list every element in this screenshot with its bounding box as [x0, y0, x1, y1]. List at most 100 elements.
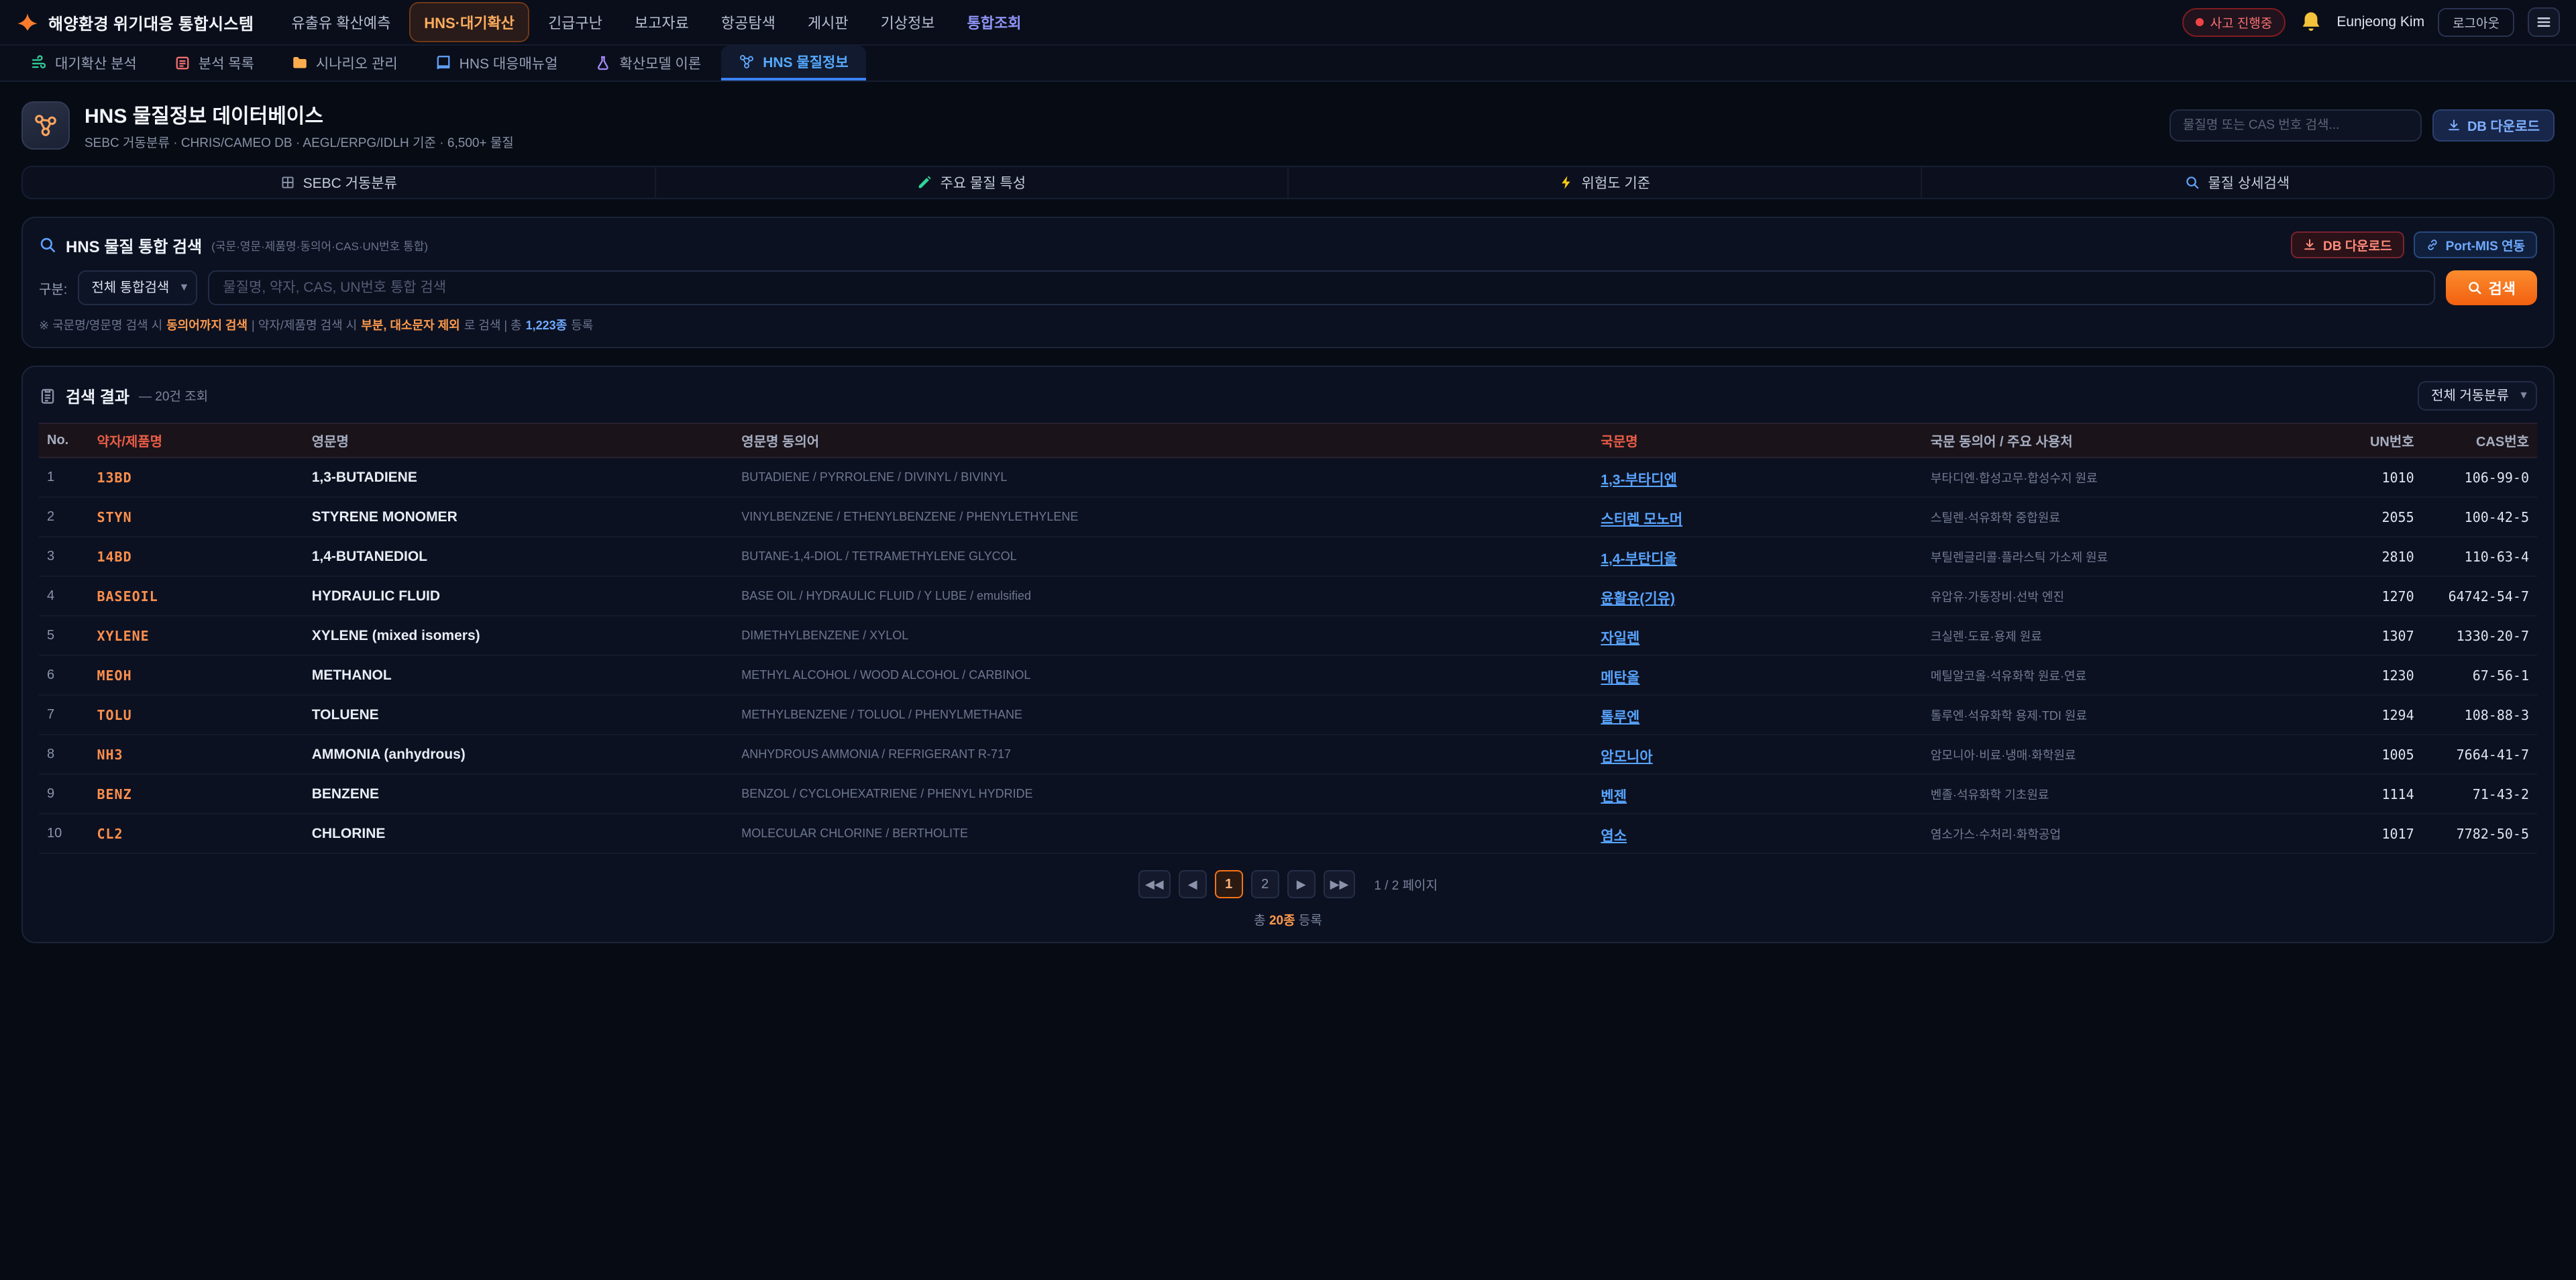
- cell-abbr: 13BD: [89, 458, 303, 497]
- nav-item-reports[interactable]: 보고자료: [621, 3, 702, 41]
- page-title: HNS 물질정보 데이터베이스: [85, 99, 2155, 129]
- table-row[interactable]: 3 14BD 1,4-BUTANEDIOL BUTANE-1,4-DIOL / …: [39, 537, 2537, 576]
- cell-english-synonyms: BASE OIL / HYDRAULIC FLUID / Y LUBE / em…: [733, 576, 1593, 616]
- cell-english-name: AMMONIA (anhydrous): [304, 735, 734, 774]
- nav-item-oil-spill[interactable]: 유출유 확산예측: [278, 3, 404, 41]
- list-icon: [174, 55, 191, 71]
- incident-status-badge[interactable]: 사고 진행중: [2182, 8, 2286, 37]
- cell-no: 3: [39, 537, 89, 576]
- pagination-first-button[interactable]: ◀◀: [1138, 870, 1171, 898]
- alert-dot-icon: [2196, 18, 2204, 26]
- tab-analysis-list[interactable]: 분석 목록: [157, 46, 272, 81]
- table-row[interactable]: 6 MEOH METHANOL METHYL ALCOHOL / WOOD AL…: [39, 655, 2537, 695]
- korean-name-link[interactable]: 메탄올: [1601, 670, 1640, 686]
- col-korean-name: 국문명: [1593, 423, 1923, 458]
- nav-item-aerial-search[interactable]: 항공탐색: [708, 3, 789, 41]
- menu-button[interactable]: [2528, 7, 2560, 37]
- app-title: 해양환경 위기대응 통합시스템: [48, 11, 254, 34]
- table-row[interactable]: 9 BENZ BENZENE BENZOL / CYCLOHEXATRIENE …: [39, 774, 2537, 814]
- tab-label: 분석 목록: [199, 53, 254, 73]
- portmis-link-button[interactable]: Port-MIS 연동: [2414, 231, 2537, 258]
- cell-un-number: 1230: [2337, 655, 2422, 695]
- header-db-download-button[interactable]: DB 다운로드: [2432, 109, 2555, 142]
- cell-english-name: 1,4-BUTANEDIOL: [304, 537, 734, 576]
- table-row[interactable]: 5 XYLENE XYLENE (mixed isomers) DIMETHYL…: [39, 616, 2537, 655]
- korean-name-link[interactable]: 윤활유(기유): [1601, 591, 1675, 606]
- pagination-last-button[interactable]: ▶▶: [1324, 870, 1356, 898]
- cell-korean-synonyms: 크실렌·도료·용제 원료: [1923, 616, 2337, 655]
- cell-cas-number: 67-56-1: [2422, 655, 2537, 695]
- tab-label: 대기확산 분석: [55, 53, 137, 73]
- cell-un-number: 1270: [2337, 576, 2422, 616]
- pagination-page-2[interactable]: 2: [1251, 870, 1279, 898]
- cell-korean-name: 메탄올: [1593, 655, 1923, 695]
- tab-dispersion-model-theory[interactable]: 확산모델 이론: [578, 46, 718, 81]
- tab-hns-substance-info[interactable]: HNS 물질정보: [721, 46, 865, 81]
- page-header: HNS 물질정보 데이터베이스 SEBC 거동분류 · CHRIS/CAMEO …: [0, 82, 2576, 163]
- korean-name-link[interactable]: 염소: [1601, 829, 1627, 844]
- korean-name-link[interactable]: 스티렌 모노머: [1601, 512, 1682, 527]
- quicknav-sebc-classification[interactable]: SEBC 거동분류: [23, 167, 655, 198]
- korean-name-link[interactable]: 1,3-부타디엔: [1601, 472, 1676, 488]
- korean-name-link[interactable]: 암모니아: [1601, 749, 1652, 765]
- user-name: Eunjeong Kim: [2337, 14, 2424, 30]
- classification-filter-select[interactable]: 전체 거동분류: [2418, 381, 2537, 411]
- table-row[interactable]: 7 TOLU TOLUENE METHYLBENZENE / TOLUOL / …: [39, 695, 2537, 735]
- wing-logo-icon: [16, 11, 39, 34]
- folder-icon: [292, 55, 308, 71]
- brand[interactable]: 해양환경 위기대응 통합시스템: [16, 11, 254, 34]
- cell-cas-number: 1330-20-7: [2422, 616, 2537, 655]
- nav-item-hns-dispersion[interactable]: HNS·대기확산: [409, 2, 529, 42]
- korean-name-link[interactable]: 톨루엔: [1601, 710, 1640, 725]
- integrated-search-input[interactable]: [208, 270, 2434, 305]
- table-row[interactable]: 4 BASEOIL HYDRAULIC FLUID BASE OIL / HYD…: [39, 576, 2537, 616]
- cell-abbr: STYN: [89, 497, 303, 537]
- table-row[interactable]: 8 NH3 AMMONIA (anhydrous) ANHYDROUS AMMO…: [39, 735, 2537, 774]
- cell-abbr: TOLU: [89, 695, 303, 735]
- header-quick-search-input[interactable]: [2169, 109, 2422, 142]
- pagination-next-button[interactable]: ▶: [1287, 870, 1316, 898]
- nav-item-integrated-search[interactable]: 통합조회: [954, 3, 1035, 41]
- cell-korean-name: 윤활유(기유): [1593, 576, 1923, 616]
- notifications-button[interactable]: [2299, 10, 2323, 34]
- nav-item-board[interactable]: 게시판: [794, 3, 862, 41]
- search-category-select[interactable]: 전체 통합검색: [78, 270, 197, 305]
- tab-hns-manual[interactable]: HNS 대응매뉴얼: [418, 46, 576, 81]
- col-un-number: UN번호: [2337, 423, 2422, 458]
- korean-name-link[interactable]: 1,4-부탄디올: [1601, 551, 1676, 567]
- panel-db-download-button[interactable]: DB 다운로드: [2291, 231, 2404, 258]
- quicknav-detailed-search[interactable]: 물질 상세검색: [1921, 167, 2554, 198]
- table-row[interactable]: 1 13BD 1,3-BUTADIENE BUTADIENE / PYRROLE…: [39, 458, 2537, 497]
- pagination-page-1[interactable]: 1: [1215, 870, 1243, 898]
- cell-english-name: METHANOL: [304, 655, 734, 695]
- portmis-label: Port-MIS 연동: [2446, 236, 2525, 254]
- search-icon: [2467, 280, 2482, 295]
- cell-cas-number: 7664-41-7: [2422, 735, 2537, 774]
- cell-cas-number: 100-42-5: [2422, 497, 2537, 537]
- cell-korean-name: 자일렌: [1593, 616, 1923, 655]
- tab-scenario-management[interactable]: 시나리오 관리: [274, 46, 415, 81]
- cell-english-synonyms: ANHYDROUS AMMONIA / REFRIGERANT R-717: [733, 735, 1593, 774]
- cell-abbr: 14BD: [89, 537, 303, 576]
- download-icon: [2303, 238, 2316, 252]
- database-molecule-icon: [21, 101, 70, 150]
- cell-un-number: 1005: [2337, 735, 2422, 774]
- cell-un-number: 1307: [2337, 616, 2422, 655]
- tab-dispersion-analysis[interactable]: 대기확산 분석: [13, 46, 154, 81]
- korean-name-link[interactable]: 자일렌: [1601, 631, 1640, 646]
- search-button[interactable]: 검색: [2446, 270, 2537, 305]
- results-title: 검색 결과: [66, 384, 129, 407]
- hamburger-icon: [2535, 13, 2553, 31]
- pagination-prev-button[interactable]: ◀: [1179, 870, 1207, 898]
- nav-item-weather[interactable]: 기상정보: [867, 3, 949, 41]
- page-subtitle: SEBC 거동분류 · CHRIS/CAMEO DB · AEGL/ERPG/I…: [85, 133, 2155, 151]
- quicknav-risk-criteria[interactable]: 위험도 기준: [1287, 167, 1921, 198]
- table-row[interactable]: 2 STYN STYRENE MONOMER VINYLBENZENE / ET…: [39, 497, 2537, 537]
- table-row[interactable]: 10 CL2 CHLORINE MOLECULAR CHLORINE / BER…: [39, 814, 2537, 853]
- quicknav-substance-properties[interactable]: 주요 물질 특성: [655, 167, 1288, 198]
- cell-korean-name: 벤젠: [1593, 774, 1923, 814]
- cell-korean-synonyms: 메틸알코올·석유화학 원료·연료: [1923, 655, 2337, 695]
- nav-item-rescue[interactable]: 긴급구난: [535, 3, 616, 41]
- logout-button[interactable]: 로그아웃: [2438, 8, 2514, 37]
- korean-name-link[interactable]: 벤젠: [1601, 789, 1627, 804]
